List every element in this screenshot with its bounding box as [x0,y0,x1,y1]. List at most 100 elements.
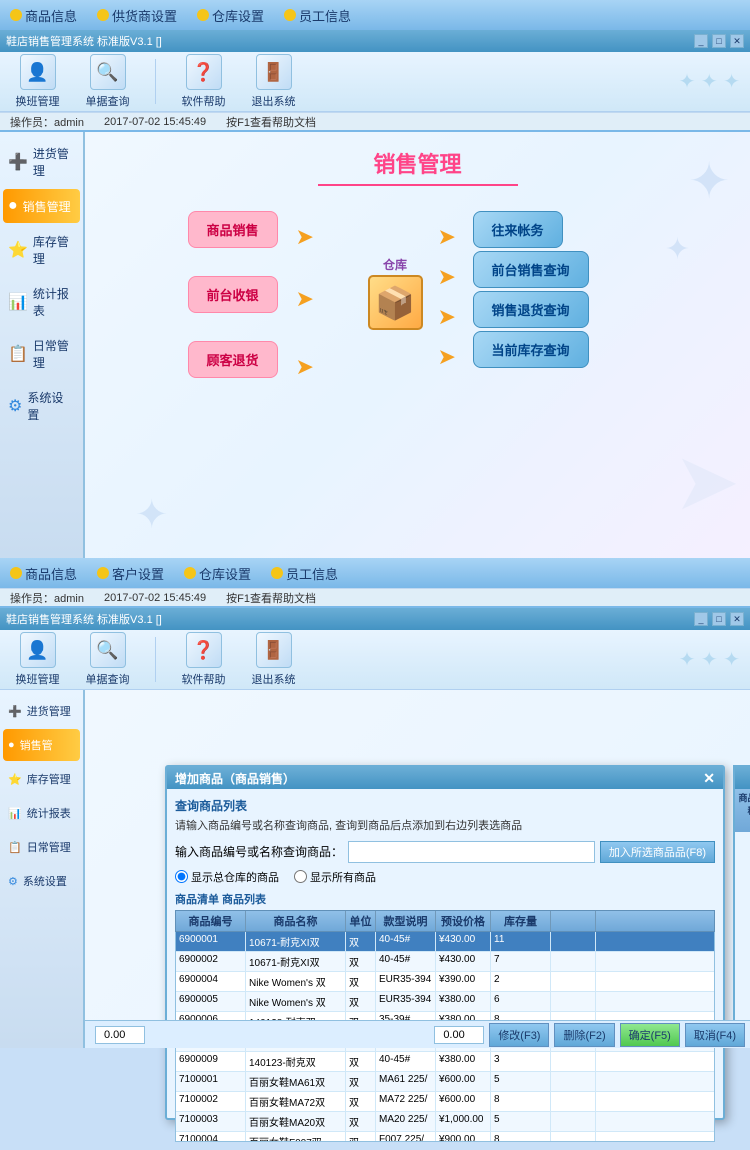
nav-warehouse[interactable]: 仓库设置 [197,6,264,25]
sidebar-item-daily[interactable]: 📋 日常管理 [3,329,80,379]
cell-type: MA72 225/ [376,1092,436,1111]
radio-show-all[interactable]: 显示所有商品 [294,869,376,885]
table-row[interactable]: 6900001 10671-耐克XI双 双 40-45# ¥430.00 11 [176,932,714,952]
cell-unit: 双 [346,932,376,951]
inventory-label: 库存管理 [33,233,75,267]
radio-show-main-warehouse[interactable]: 显示总仓库的商品 [175,869,279,885]
cell-unit: 双 [346,1092,376,1111]
dialog-radio-row: 显示总仓库的商品 显示所有商品 [175,869,715,885]
customer-return-box[interactable]: 顾客退货 [188,341,278,378]
dialog-search-row: 输入商品编号或名称查询商品： 加入所选商品品(F8) [175,841,715,863]
cell-price: ¥380.00 [436,992,491,1011]
cell-id: 6900004 [176,972,246,991]
maximize-button-bottom[interactable]: □ [712,612,726,626]
sidebar-bottom-reports[interactable]: 📊 统计报表 [3,797,80,829]
nav-dot-4 [284,9,296,21]
col-unit: 单位 [346,911,376,931]
cell-unit: 双 [346,972,376,991]
table-row[interactable]: 7100003 百丽女鞋MA20双 双 MA20 225/ ¥1,000.00 … [176,1112,714,1132]
exit-label: 退出系统 [252,93,296,109]
nav-supplier[interactable]: 供货商设置 [97,6,177,25]
window-bottom: 鞋店销售管理系统 标准版V3.1 [] _ □ ✕ 👤 换班管理 🔍 单据查询 … [0,608,750,1048]
help-hint-top: 按F1查看帮助文档 [226,114,316,130]
table-row[interactable]: 6900009 140123-耐克双 双 40-45# ¥380.00 3 [176,1052,714,1072]
delete-button[interactable]: 删除(F2) [554,1023,614,1047]
dialog-section-title: 查询商品列表 [175,797,715,814]
cell-stock: 8 [491,1132,551,1142]
sidebar-item-reports[interactable]: 📊 统计报表 [3,277,80,327]
table-row[interactable]: 7100002 百丽女鞋MA72双 双 MA72 225/ ¥600.00 8 [176,1092,714,1112]
front-desk-box[interactable]: 前台收银 [188,276,278,313]
help-button-2[interactable]: ❓ 软件帮助 [176,632,231,687]
close-button-bottom[interactable]: ✕ [730,612,744,626]
document-query-button-2[interactable]: 🔍 单据查询 [80,632,135,687]
col-extra [551,911,596,931]
nav-dot-3 [197,9,209,21]
cell-price: ¥430.00 [436,952,491,971]
modify-button[interactable]: 修改(F3) [489,1023,549,1047]
table-row[interactable]: 6900004 Nike Women's 双 双 EUR35-394 ¥390.… [176,972,714,992]
sidebar-item-settings[interactable]: ⚙ 系统设置 [3,381,80,431]
sidebar-item-sales[interactable]: ● 销售管理 [3,189,80,223]
dialog-action-bar: 0.00 0.00 修改(F3) 删除(F2) 确定(F5) 取消(F4) [85,1020,750,1048]
top-nav-bar: 商品信息 供货商设置 仓库设置 员工信息 [0,0,750,30]
document-query-button[interactable]: 🔍 单据查询 [80,54,135,109]
sales-return-query-box[interactable]: 销售退货查询 [473,291,589,328]
minimize-button-top[interactable]: _ [694,34,708,48]
help-label-2: 软件帮助 [182,671,226,687]
sidebar-item-purchase[interactable]: ➕ 进货管理 [3,137,80,187]
close-button-top[interactable]: ✕ [730,34,744,48]
accounts-box[interactable]: 往来帐务 [473,211,563,248]
sidebar-bottom-settings[interactable]: ⚙ 系统设置 [3,865,80,897]
search-input[interactable] [348,841,595,863]
warehouse-label: 仓库 📦 [368,256,423,330]
col-id: 商品编号 [176,911,246,931]
sidebar-bottom-sales[interactable]: ● 销售管 [3,729,80,761]
bottom-nav-employee[interactable]: 员工信息 [271,564,338,583]
cell-stock: 8 [491,1092,551,1111]
add-selected-button[interactable]: 加入所选商品品(F8) [600,841,715,863]
sidebar-bottom-purchase[interactable]: ➕ 进货管理 [3,695,80,727]
dialog-close-button[interactable]: ✕ [703,770,715,787]
sidebar-item-inventory[interactable]: ⭐ 库存管理 [3,225,80,275]
query-icon-2: 🔍 [90,632,126,668]
exit-button-2[interactable]: 🚪 退出系统 [246,632,301,687]
sidebar-bottom-inventory[interactable]: ⭐ 库存管理 [3,763,80,795]
shift-management-button[interactable]: 👤 换班管理 [10,54,65,109]
product-sales-box[interactable]: 商品销售 [188,211,278,248]
shift-management-button-2[interactable]: 👤 换班管理 [10,632,65,687]
bottom-nav-warehouse[interactable]: 仓库设置 [184,564,251,583]
sales-icon-2: ● [8,739,15,751]
arrow-warehouse-to-sales-query: ➤ [438,264,456,290]
confirm-button[interactable]: 确定(F5) [620,1023,680,1047]
dialog-area: 增加商品（商品销售） ✕ 查询商品列表 请输入商品编号或名称查询商品, 查询到商… [85,690,750,1048]
help-label: 软件帮助 [182,93,226,109]
arrow-warehouse-to-accounts: ➤ [438,224,456,250]
table-row[interactable]: 7100004 百丽女鞋F007双 双 F007 225/ ¥900.00 8 [176,1132,714,1142]
table-row[interactable]: 6900005 Nike Women's 双 双 EUR35-394 ¥380.… [176,992,714,1012]
toolbar-bottom: 👤 换班管理 🔍 单据查询 ❓ 软件帮助 🚪 退出系统 ✦ ✦ ✦ [0,630,750,690]
selected-panel-header: 商品名称 单位 单价 数量 折扣率 总金额 [735,789,750,832]
current-stock-query-box[interactable]: 当前库存查询 [473,331,589,368]
reports-icon-2: 📊 [8,807,22,820]
cell-id: 7100003 [176,1112,246,1131]
query-label: 单据查询 [86,93,130,109]
sidebar-bottom-daily[interactable]: 📋 日常管理 [3,831,80,863]
maximize-button-top[interactable]: □ [712,34,726,48]
help-button[interactable]: ❓ 软件帮助 [176,54,231,109]
minimize-button-bottom[interactable]: _ [694,612,708,626]
selected-products-panel: 所选商品 商品名称 单位 单价 数量 折扣率 总金额 [733,765,750,1025]
nav-employee[interactable]: 员工信息 [284,6,351,25]
front-sales-query-box[interactable]: 前台销售查询 [473,251,589,288]
cell-extra [551,972,596,991]
bottom-nav-product[interactable]: 商品信息 [10,564,77,583]
exit-button[interactable]: 🚪 退出系统 [246,54,301,109]
table-row[interactable]: 6900002 10671-耐克XI双 双 40-45# ¥430.00 7 [176,952,714,972]
table-row[interactable]: 7100001 百丽女鞋MA61双 双 MA61 225/ ¥600.00 5 [176,1072,714,1092]
bottom-nav-customer[interactable]: 客户设置 [97,564,164,583]
status-bar-bottom-top: 操作员：admin 2017-07-02 15:45:49 按F1查看帮助文档 [0,588,750,608]
selected-panel-title: 所选商品 [735,767,750,789]
cancel-button[interactable]: 取消(F4) [685,1023,745,1047]
nav-product-info[interactable]: 商品信息 [10,6,77,25]
cell-stock: 6 [491,992,551,1011]
